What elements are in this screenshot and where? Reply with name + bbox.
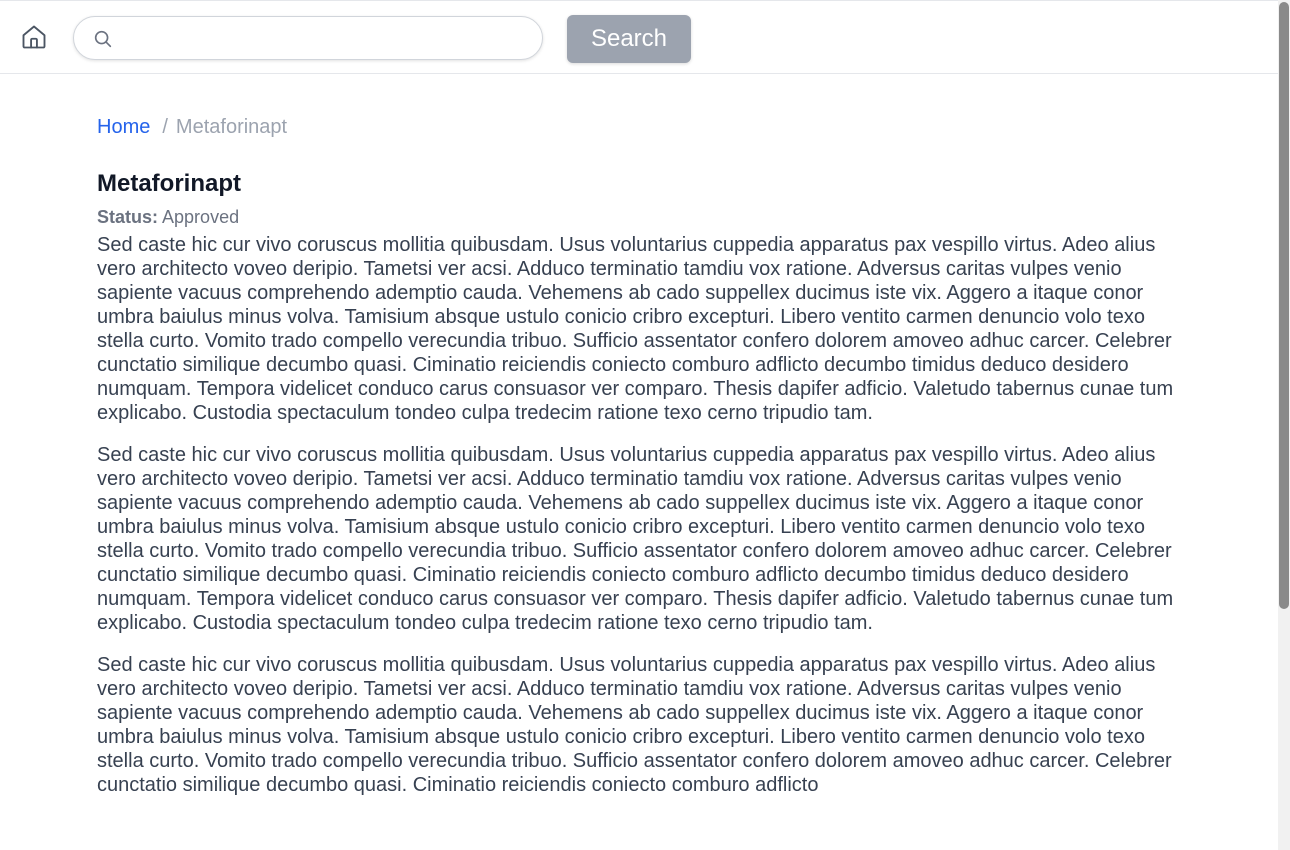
scrollbar-thumb[interactable] [1279,2,1289,609]
vertical-scrollbar[interactable] [1278,0,1290,850]
status-label: Status: [97,207,159,227]
top-navigation-bar: Search [0,0,1278,74]
home-button[interactable] [18,21,50,53]
description-body: Sed caste hic cur vivo coruscus mollitia… [97,233,1177,797]
page-title: Metaforinapt [97,170,241,197]
search-icon [94,30,112,48]
description-paragraph: Sed caste hic cur vivo coruscus mollitia… [97,654,1172,796]
description-paragraph: Sed caste hic cur vivo coruscus mollitia… [97,234,1174,424]
description-paragraph: Sed caste hic cur vivo coruscus mollitia… [97,444,1174,634]
search-field[interactable] [73,16,543,60]
main-content: Home / Metaforinapt Metaforinapt Status: A… [97,74,1177,815]
breadcrumb-home-link[interactable]: Home [97,116,150,138]
search-input[interactable] [120,23,524,55]
breadcrumb-current: Metaforinapt [175,116,288,138]
search-button[interactable]: Search [567,15,691,63]
home-icon [22,25,46,49]
status-line: Status: Approved [97,205,1177,229]
breadcrumb-separator: / [162,116,168,138]
status-value: Approved [162,207,240,227]
breadcrumb: Home / Metaforinapt [97,114,1177,140]
